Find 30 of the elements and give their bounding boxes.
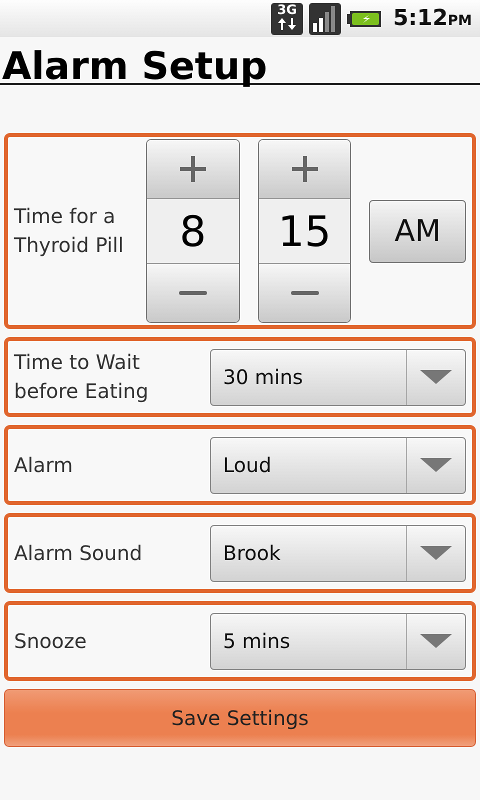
dropdown[interactable]: 5 mins: [210, 612, 466, 670]
network-type-icon: 3G: [271, 2, 304, 34]
ampm-button[interactable]: AM: [369, 200, 466, 262]
dropdown-arrow-icon: [420, 458, 452, 472]
increment-button[interactable]: [147, 140, 239, 198]
setting-label: Alarm Sound: [14, 540, 144, 566]
decrement-button[interactable]: [147, 264, 239, 322]
plus-icon: [178, 154, 208, 184]
setting-label: Time for a Thyroid Pill: [14, 203, 125, 259]
dropdown-arrow-icon: [420, 634, 452, 648]
page-title: Alarm Setup: [0, 37, 480, 85]
picker-value: 15: [258, 198, 350, 264]
dropdown[interactable]: 30 mins: [210, 348, 466, 406]
decrement-button[interactable]: [258, 264, 350, 322]
setting-label: Snooze: [14, 628, 88, 654]
signal-icon: [309, 2, 342, 34]
picker-value: 8: [147, 198, 239, 264]
increment-button[interactable]: [258, 140, 350, 198]
minus-icon: [290, 290, 320, 296]
dropdown[interactable]: Brook: [210, 524, 466, 582]
dropdown-arrow-icon: [420, 370, 452, 384]
status-time: 5:12: [393, 6, 448, 31]
status-meridiem: PM: [448, 13, 472, 29]
plus-icon: [290, 154, 320, 184]
save-button[interactable]: Save Settings: [4, 689, 476, 747]
setting-label: Alarm: [14, 452, 74, 478]
minus-icon: [178, 290, 208, 296]
setting-label: Time to Wait before Eating: [14, 349, 150, 405]
dropdown-arrow-icon: [420, 546, 452, 560]
dropdown[interactable]: Loud: [210, 436, 466, 494]
